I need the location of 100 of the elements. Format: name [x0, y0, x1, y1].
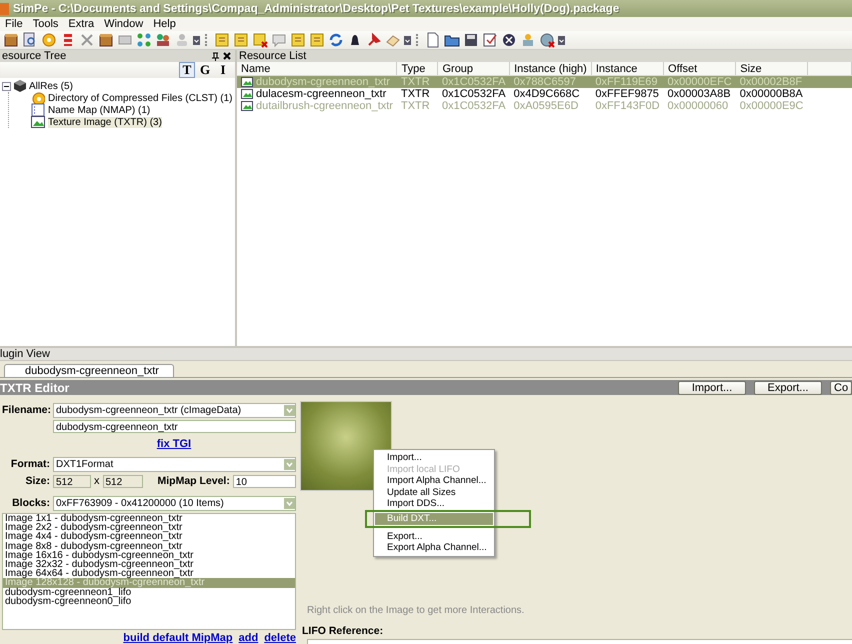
people-icon[interactable] — [155, 32, 171, 48]
table-cell-text: 0x00000060 — [666, 100, 730, 112]
field-label: Blocks: — [11, 497, 50, 509]
menu-item[interactable]: Export Alpha Channel... — [375, 542, 493, 554]
checklist-icon[interactable] — [482, 32, 498, 48]
image-icon — [241, 89, 253, 99]
menu-item[interactable]: File — [2, 18, 30, 30]
box-icon[interactable] — [3, 32, 19, 48]
width-field: 512 — [53, 474, 91, 488]
table-cell: 0x00002B8F — [736, 76, 808, 88]
box-icon[interactable] — [98, 32, 114, 48]
list-icon — [31, 103, 45, 117]
filename-dropdown[interactable]: dubodysm-cgreenneon_txtr (cImageData) — [53, 402, 296, 418]
pin-icon[interactable] — [212, 52, 219, 60]
menu-item[interactable]: Export... — [375, 530, 493, 542]
cube-icon — [14, 80, 26, 92]
tree-item[interactable]: AllRes (5) — [29, 80, 73, 92]
table-cell-text: 0xFF143F0D — [594, 100, 661, 112]
chevron-icon[interactable] — [558, 36, 565, 44]
column-header[interactable]: Size — [736, 62, 808, 76]
table-cell: 0xFF119E69 — [591, 76, 664, 88]
toolbar-button[interactable]: Import... — [678, 380, 746, 394]
toolbar-button[interactable]: Export... — [754, 380, 822, 394]
panel-title: esource Tree — [1, 50, 66, 62]
table-cell: 0x00003A8B — [664, 88, 736, 100]
menu-item[interactable]: Help — [150, 18, 183, 30]
chevron-icon[interactable] — [193, 36, 200, 44]
name-field[interactable]: dubodysm-cgreenneon_txtr — [53, 420, 296, 432]
action-link[interactable]: delete — [264, 633, 296, 643]
table-cell: 0x00000B8A — [736, 88, 808, 100]
speech-bubble-icon[interactable] — [271, 32, 287, 48]
menu-item: Import local LIFO — [386, 464, 461, 476]
note-icon[interactable] — [309, 32, 325, 48]
gear-icon[interactable] — [41, 32, 57, 48]
column-header[interactable]: Instance (high) — [510, 62, 592, 76]
list-item[interactable]: Image 16x16 - dubodysm-cgreenneon_txtr — [3, 550, 295, 560]
list-item[interactable]: Image 1x1 - dubodysm-cgreenneon_txtr — [3, 514, 295, 524]
column-header[interactable]: Group — [438, 62, 510, 76]
chevron-icon[interactable] — [404, 36, 411, 44]
menu-item[interactable]: Tools — [30, 18, 66, 30]
field-label: Format: — [10, 458, 50, 470]
view-toggle-button[interactable]: T — [179, 62, 195, 78]
tree-item[interactable]: Texture Image (TXTR) (3) — [48, 116, 162, 128]
panel-title: Resource List — [238, 50, 306, 62]
mipmap-level-field[interactable]: 10 — [232, 474, 296, 488]
list-item[interactable]: Image 64x64 - dubodysm-cgreenneon_txtr — [3, 569, 295, 578]
table-cell: 0xFFEF9875 — [591, 88, 664, 100]
table-cell: TXTR — [396, 76, 438, 88]
menu-item[interactable]: Window — [101, 18, 150, 30]
note-icon[interactable] — [290, 32, 306, 48]
tree-item[interactable]: Name Map (NMAP) (1) — [48, 104, 150, 116]
note-delete-icon[interactable] — [252, 32, 268, 48]
image-icon — [241, 101, 253, 111]
list-item[interactable]: Image 32x32 - dubodysm-cgreenneon_txtr — [3, 560, 295, 570]
collapse-icon[interactable] — [2, 82, 11, 90]
close-icon[interactable] — [223, 52, 231, 60]
menu-item[interactable]: Import Alpha Channel... — [375, 475, 493, 487]
grid-icon[interactable] — [136, 32, 152, 48]
list-item[interactable]: Image 4x4 - dubodysm-cgreenneon_txtr — [3, 532, 295, 542]
fix-tgi-link[interactable]: fix TGI — [156, 438, 192, 450]
menu-item[interactable]: Import... — [375, 452, 493, 464]
column-header[interactable]: Instance — [591, 62, 664, 76]
view-toggle-button[interactable]: G — [197, 62, 213, 78]
list-item[interactable]: dubodysm-cgreenneon1_lifo — [3, 588, 295, 597]
note-icon[interactable] — [233, 32, 249, 48]
field-label: MipMap Level: — [158, 475, 230, 487]
format-dropdown[interactable]: DXT1Format — [53, 456, 296, 472]
editor-tab[interactable]: dubodysm-cgreenneon_txtr — [4, 364, 174, 377]
tree-item[interactable]: Directory of Compressed Files (CLST) (1) — [48, 92, 232, 104]
hint-text: Right click on the Image to get more Interactions. — [306, 605, 526, 616]
column-header[interactable]: Offset — [664, 62, 736, 76]
column-header[interactable]: Name — [237, 62, 397, 76]
menu-item[interactable]: Update all Sizes — [375, 486, 493, 498]
image-icon — [31, 116, 45, 128]
list-item[interactable]: Image 2x2 - dubodysm-cgreenneon_txtr — [3, 523, 295, 532]
field-label: Size: — [24, 475, 50, 487]
column-header[interactable]: Type — [396, 62, 438, 76]
note-icon[interactable] — [214, 32, 230, 48]
table-cell: 0x788C6597 — [510, 76, 592, 88]
image-icon — [241, 77, 253, 87]
action-link[interactable]: add — [238, 633, 258, 643]
toolbar-button[interactable]: Co — [830, 380, 852, 394]
globe-delete-icon[interactable] — [539, 32, 555, 48]
height-field: 512 — [102, 474, 142, 488]
lifo-reference-field[interactable] — [307, 639, 852, 644]
view-toggle-button[interactable]: I — [215, 62, 231, 78]
table-cell-text: 0x1C0532FA — [440, 100, 507, 112]
menu-item[interactable]: Import DDS... — [375, 498, 493, 510]
resource-name[interactable]: dulacesm-cgreenneon_txtr — [256, 88, 386, 100]
list-item[interactable]: dubodysm-cgreenneon0_lifo — [3, 596, 295, 606]
action-link[interactable]: build default MipMap — [123, 633, 233, 643]
refresh-icon[interactable] — [328, 32, 344, 48]
blocks-dropdown[interactable]: 0xFF763909 - 0x41200000 (10 Items) — [53, 496, 296, 510]
field-label: LIFO Reference: — [301, 625, 384, 637]
table-cell-text: 0xA0595E6D — [512, 100, 580, 112]
table-cell: 0x00000EFC — [664, 76, 736, 88]
window-title: SimPe - C:\Documents and Settings\Compaq_Administrator\Desktop\Pet Textures\example\Holly(Dog).package — [13, 2, 620, 14]
list-item[interactable]: Image 8x8 - dubodysm-cgreenneon_txtr — [3, 542, 295, 551]
menu-item[interactable]: Extra — [65, 18, 102, 30]
table-cell-text: 0x00000E9C — [738, 100, 804, 112]
